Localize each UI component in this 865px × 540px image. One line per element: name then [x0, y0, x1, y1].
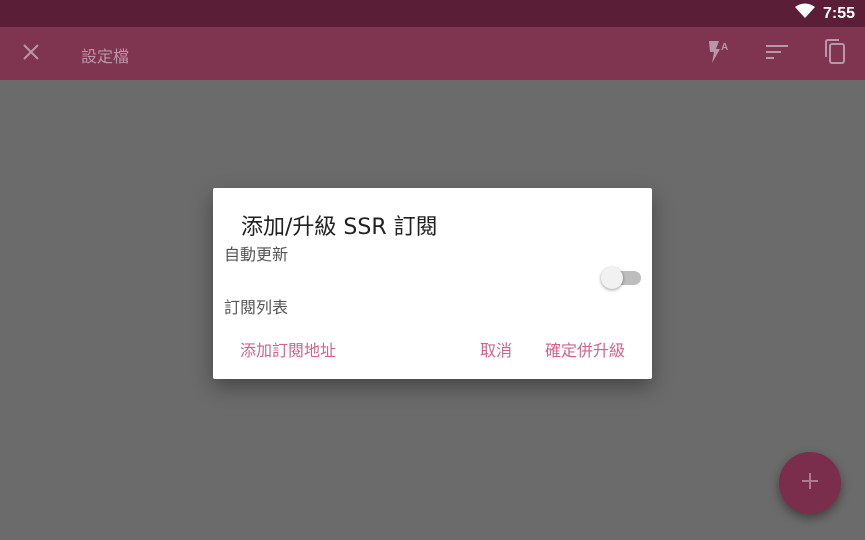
copy-button[interactable] [821, 39, 849, 69]
svg-text:A: A [721, 42, 728, 53]
add-fab[interactable] [779, 452, 841, 514]
status-right: 7:55 [794, 0, 855, 27]
page-title: 設定檔 [81, 47, 130, 66]
copy-icon [823, 39, 847, 69]
plus-icon [800, 471, 820, 495]
wifi-icon [794, 3, 815, 24]
sort-button[interactable] [763, 40, 791, 68]
status-bar: 7:55 [0, 0, 865, 27]
auto-update-switch[interactable] [601, 264, 641, 292]
cancel-button[interactable]: 取消 [480, 337, 512, 361]
dialog-title: 添加/升級 SSR 訂閱 [241, 215, 438, 240]
confirm-upgrade-button[interactable]: 確定併升級 [545, 337, 625, 361]
close-icon [22, 43, 40, 65]
switch-thumb [601, 267, 623, 289]
auto-update-label: 自動更新 [224, 245, 289, 264]
status-time: 7:55 [822, 4, 855, 22]
app-bar: 設定檔 A [0, 27, 865, 80]
flash-auto-icon: A [706, 39, 732, 69]
add-subscription-button[interactable]: 添加訂閱地址 [240, 337, 336, 361]
sort-icon [765, 43, 789, 65]
toolbar-actions: A [705, 39, 849, 69]
subscription-list-label: 訂閱列表 [224, 298, 289, 317]
subscription-dialog: 添加/升級 SSR 訂閱 自動更新 訂閱列表 添加訂閱地址 取消 確定併升級 [213, 188, 652, 379]
flash-auto-button[interactable]: A [705, 40, 733, 68]
close-button[interactable] [19, 42, 43, 66]
